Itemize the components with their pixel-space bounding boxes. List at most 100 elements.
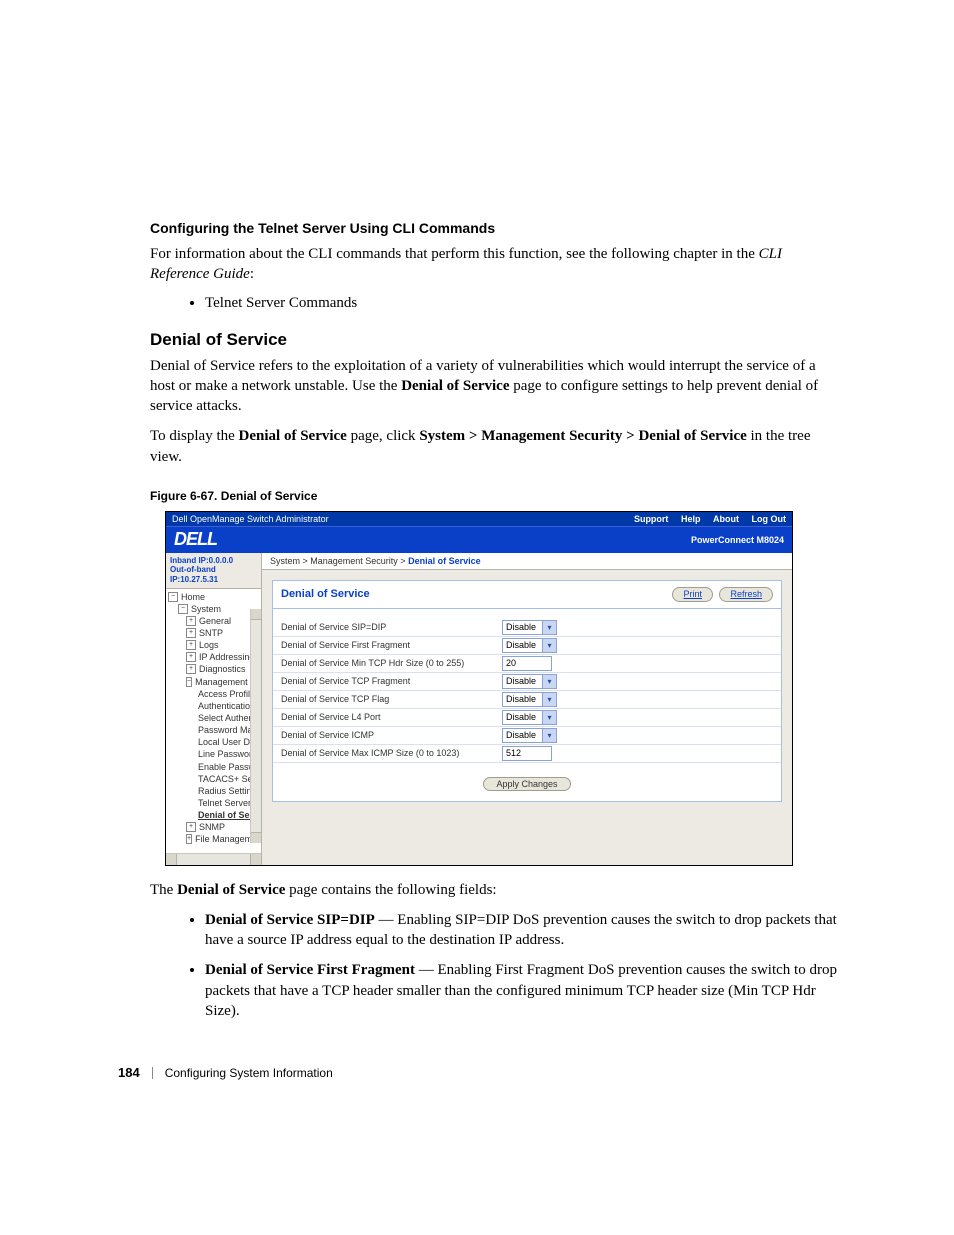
list-item: Denial of Service SIP=DIP — Enabling SIP… xyxy=(205,910,839,951)
setting-label: Denial of Service First Fragment xyxy=(273,636,494,654)
setting-control-cell: 512 xyxy=(494,744,781,762)
field-desc-list: Denial of Service SIP=DIP — Enabling SIP… xyxy=(150,910,839,1021)
chevron-down-icon: ▾ xyxy=(542,639,556,652)
titlebar-links: Support Help About Log Out xyxy=(624,514,786,524)
setting-label: Denial of Service Max ICMP Size (0 to 10… xyxy=(273,744,494,762)
app-body: Inband IP:0.0.0.0 Out-of-band IP:10.27.5… xyxy=(166,553,792,865)
text-input[interactable]: 512 xyxy=(502,746,552,761)
table-row: Denial of Service SIP=DIP Disable▾ xyxy=(273,619,781,637)
cli-paragraph: For information about the CLI commands t… xyxy=(150,244,839,285)
setting-label: Denial of Service Min TCP Hdr Size (0 to… xyxy=(273,654,494,672)
crumb-path[interactable]: System > Management Security > xyxy=(270,556,408,566)
select-dropdown[interactable]: Disable▾ xyxy=(502,692,557,707)
text-input[interactable]: 20 xyxy=(502,656,552,671)
apply-changes-button[interactable]: Apply Changes xyxy=(483,777,570,791)
page-footer: 184 Configuring System Information xyxy=(118,1065,333,1080)
apply-row: Apply Changes xyxy=(273,777,781,791)
scrollbar-vertical[interactable] xyxy=(250,609,261,843)
setting-control-cell: Disable▾ xyxy=(494,708,781,726)
expand-icon[interactable]: + xyxy=(186,640,196,650)
setting-control-cell: Disable▾ xyxy=(494,636,781,654)
expand-icon[interactable]: + xyxy=(186,822,196,832)
screenshot-frame: Dell OpenManage Switch Administrator Sup… xyxy=(165,511,793,866)
tree-ipaddr[interactable]: IP Addressing xyxy=(199,651,254,663)
select-dropdown[interactable]: Disable▾ xyxy=(502,638,557,653)
expand-icon[interactable]: + xyxy=(186,628,196,638)
ip-outband: Out-of-band IP:10.27.5.31 xyxy=(170,565,257,584)
text-bold: System > Management Security > Denial of… xyxy=(419,428,746,444)
link-about[interactable]: About xyxy=(713,514,739,524)
collapse-icon[interactable]: − xyxy=(186,677,192,687)
tree-general[interactable]: General xyxy=(199,615,231,627)
expand-icon[interactable]: + xyxy=(186,664,196,674)
text-bold: Denial of Service SIP=DIP xyxy=(205,912,375,928)
chevron-down-icon: ▾ xyxy=(542,711,556,724)
collapse-icon[interactable]: − xyxy=(168,592,178,602)
tree-system[interactable]: System xyxy=(191,603,221,615)
tree-item[interactable]: Telnet Server xyxy=(198,797,251,809)
app-title: Dell OpenManage Switch Administrator xyxy=(172,514,329,524)
setting-control-cell: 20 xyxy=(494,654,781,672)
tree-logs[interactable]: Logs xyxy=(199,639,219,651)
scrollbar-horizontal[interactable] xyxy=(166,853,261,865)
table-row: Denial of Service TCP Fragment Disable ▾ xyxy=(273,672,781,690)
tree-item[interactable]: Line Password xyxy=(198,748,257,760)
list-item: Denial of Service First Fragment — Enabl… xyxy=(205,960,839,1021)
print-button[interactable]: Print xyxy=(672,587,713,602)
text: page, click xyxy=(347,428,419,444)
dell-logo: DELL xyxy=(174,529,217,550)
setting-control-cell: Disable▾ xyxy=(494,726,781,744)
select-dropdown[interactable]: Disable▾ xyxy=(502,620,557,635)
link-help[interactable]: Help xyxy=(681,514,701,524)
chevron-down-icon: ▾ xyxy=(542,675,556,688)
main-area: System > Management Security > Denial of… xyxy=(262,553,792,865)
table-row: Denial of Service Min TCP Hdr Size (0 to… xyxy=(273,654,781,672)
text: The xyxy=(150,882,177,898)
tree-home[interactable]: Home xyxy=(181,591,205,603)
setting-label: Denial of Service ICMP xyxy=(273,726,494,744)
select-dropdown[interactable]: Disable ▾ xyxy=(502,674,557,689)
setting-label: Denial of Service TCP Fragment xyxy=(273,672,494,690)
setting-label: Denial of Service SIP=DIP xyxy=(273,619,494,637)
link-support[interactable]: Support xyxy=(634,514,669,524)
ip-box: Inband IP:0.0.0.0 Out-of-band IP:10.27.5… xyxy=(166,553,261,589)
panel-body: Denial of Service SIP=DIPDisable▾Denial … xyxy=(272,608,782,802)
setting-control-cell: Disable▾ xyxy=(494,690,781,708)
table-row: Denial of Service Max ICMP Size (0 to 10… xyxy=(273,744,781,762)
text-bold: Denial of Service xyxy=(401,378,509,394)
refresh-button[interactable]: Refresh xyxy=(719,587,773,602)
text: For information about the CLI commands t… xyxy=(150,246,759,262)
panel-title: Denial of Service xyxy=(281,588,370,600)
expand-icon[interactable]: + xyxy=(186,616,196,626)
dos-para-1: Denial of Service refers to the exploita… xyxy=(150,356,839,417)
nav-tree[interactable]: −Home −System +General +SNTP +Logs +IP A… xyxy=(166,589,261,853)
settings-table: Denial of Service SIP=DIPDisable▾Denial … xyxy=(273,619,781,763)
panel-actions: Print Refresh xyxy=(668,587,773,602)
figure-label: Figure 6-67. Denial of Service xyxy=(150,489,839,503)
text-bold: Denial of Service xyxy=(177,882,285,898)
select-value: Disable xyxy=(506,676,536,686)
ip-inband: Inband IP:0.0.0.0 xyxy=(170,556,257,566)
expand-icon[interactable]: + xyxy=(186,834,192,844)
select-value: Disable xyxy=(506,622,536,632)
breadcrumb: System > Management Security > Denial of… xyxy=(262,553,792,570)
page-number: 184 xyxy=(118,1065,140,1080)
table-row: Denial of Service TCP Flag Disable▾ xyxy=(273,690,781,708)
expand-icon[interactable]: + xyxy=(186,652,196,662)
collapse-icon[interactable]: − xyxy=(178,604,188,614)
tree-snmp[interactable]: SNMP xyxy=(199,821,225,833)
select-dropdown[interactable]: Disable▾ xyxy=(502,728,557,743)
text: To display the xyxy=(150,428,239,444)
tree-sntp[interactable]: SNTP xyxy=(199,627,223,639)
table-row: Denial of Service L4 PortDisable▾ xyxy=(273,708,781,726)
link-logout[interactable]: Log Out xyxy=(752,514,787,524)
sidebar: Inband IP:0.0.0.0 Out-of-band IP:10.27.5… xyxy=(166,553,262,865)
chevron-down-icon: ▾ xyxy=(542,729,556,742)
select-dropdown[interactable]: Disable▾ xyxy=(502,710,557,725)
panel-header: Denial of Service Print Refresh xyxy=(272,580,782,608)
setting-label: Denial of Service TCP Flag xyxy=(273,690,494,708)
app-titlebar: Dell OpenManage Switch Administrator Sup… xyxy=(166,512,792,526)
section-title: Denial of Service xyxy=(150,330,839,350)
tree-diag[interactable]: Diagnostics xyxy=(199,663,246,675)
select-value: Disable xyxy=(506,694,536,704)
